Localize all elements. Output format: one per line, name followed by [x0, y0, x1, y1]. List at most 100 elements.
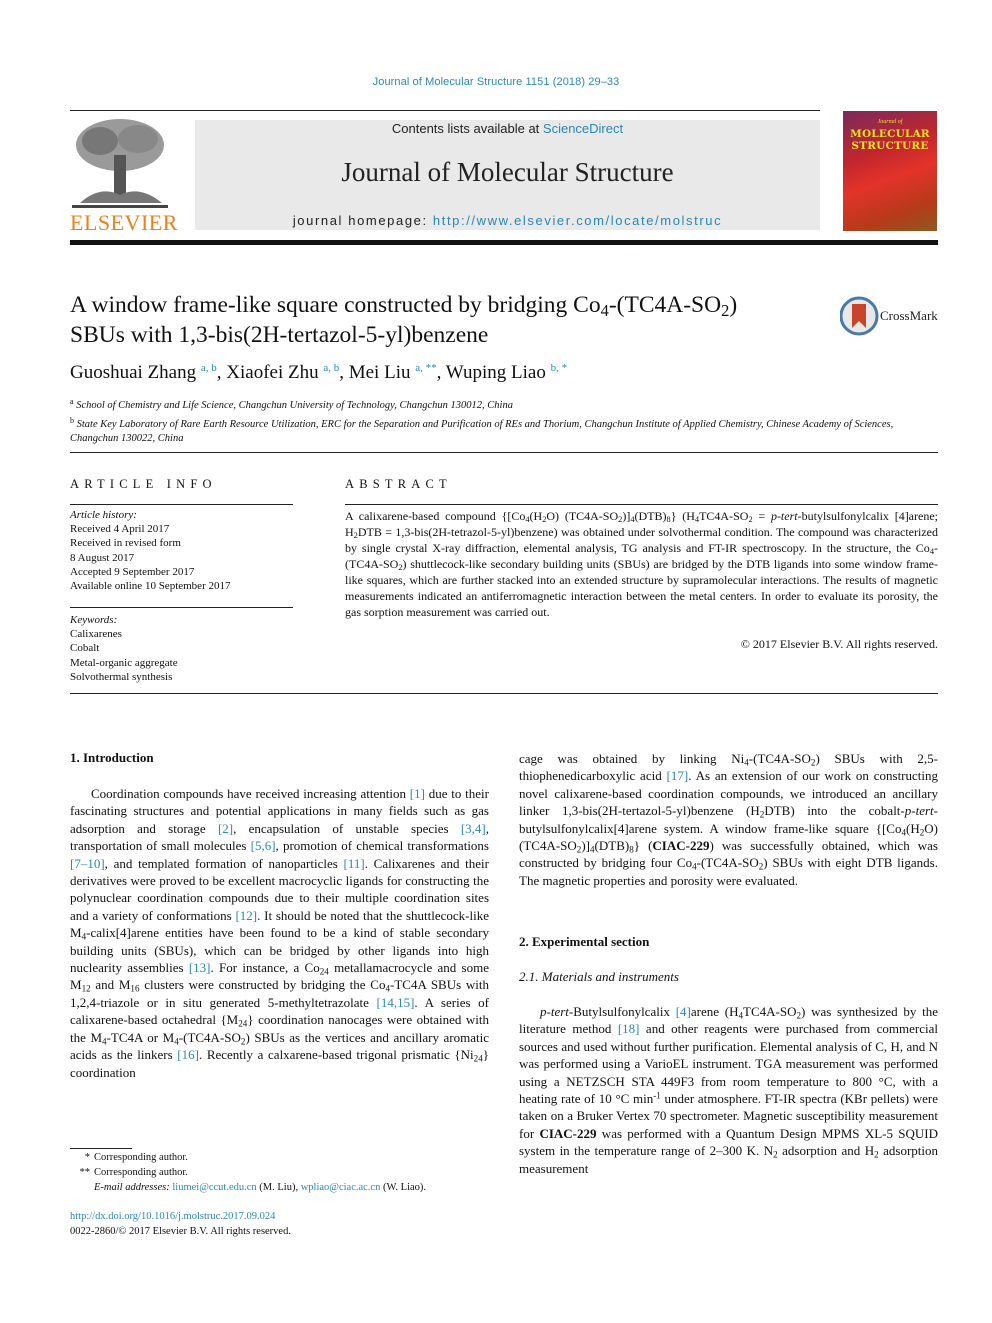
citation-link[interactable]: [14,15] [377, 995, 415, 1010]
title-text: A window frame-like square constructed b… [70, 292, 601, 318]
subscript: 4 [102, 1035, 107, 1046]
subscript: 2 [919, 826, 925, 837]
author-name: Guoshuai Zhang [70, 362, 197, 383]
author-name: Wuping Liao [445, 362, 546, 383]
keyword: Metal-organic aggregate [70, 656, 178, 669]
subscript: 4 [630, 515, 635, 525]
author-affiliation-mark[interactable]: b, * [551, 362, 568, 374]
journal-cover-image[interactable]: Journal of MOLECULAR STRUCTURE [843, 111, 937, 231]
introduction-continued: cage was obtained by linking Ni4-(TC4A-S… [519, 751, 939, 888]
author-affiliation-mark[interactable]: a, b [201, 362, 217, 374]
info-rule [70, 504, 293, 505]
sciencedirect-link[interactable]: ScienceDirect [543, 121, 623, 136]
citation-link[interactable]: [1] [410, 786, 425, 801]
email-owner: (W. Liao). [380, 1182, 427, 1193]
citation-link[interactable]: [3,4] [461, 821, 486, 836]
author-separator: , [216, 362, 227, 383]
paragraph: p-tert-Butylsulfonylcalix [4]arene (H4TC… [519, 1004, 939, 1176]
citation-link[interactable]: [5,6] [251, 838, 276, 853]
subscript: 2 [240, 1035, 246, 1046]
keyword: Solvothermal synthesis [70, 670, 173, 683]
author-affiliation-mark[interactable]: a, ** [415, 362, 436, 374]
citation-link[interactable]: [13] [189, 960, 211, 975]
subscript: 4 [901, 826, 907, 837]
subscript: 2 [353, 531, 358, 541]
subscript: 4 [694, 515, 700, 525]
compound-label: CIAC-229 [652, 838, 710, 854]
affiliations: a School of Chemistry and Life Science, … [70, 395, 940, 447]
section-rule [70, 693, 938, 694]
history-label: Article history: [70, 509, 137, 521]
subscript: 4 [174, 1035, 179, 1046]
superscript: -1 [653, 1090, 661, 1101]
citation-link[interactable]: [2] [218, 821, 233, 836]
abstract-copyright: © 2017 Elsevier B.V. All rights reserved… [740, 637, 938, 651]
affiliation-mark: a [70, 397, 74, 406]
introduction-body: Coordination compounds have received inc… [70, 785, 489, 1081]
affiliation-text: School of Chemistry and Life Science, Ch… [76, 400, 513, 411]
author-name: Xiaofei Zhu [226, 362, 319, 383]
subscript: 2 [810, 757, 816, 768]
cover-line-2: STRUCTURE [851, 140, 929, 152]
homepage-link[interactable]: http://www.elsevier.com/locate/molstruc [433, 213, 722, 228]
header-thick-rule [70, 240, 938, 245]
author-list: Guoshuai Zhang a, b, Xiaofei Zhu a, b, M… [70, 362, 567, 384]
citation-link[interactable]: [16] [177, 1047, 199, 1062]
paragraph: Coordination compounds have received inc… [70, 786, 490, 1080]
abstract-rule [345, 504, 938, 505]
footnote-mark: * [84, 1152, 90, 1163]
contents-line: Contents lists available at ScienceDirec… [195, 121, 820, 136]
subscript: 4 [744, 757, 749, 768]
history-item: Accepted 9 September 2017 [70, 565, 195, 578]
subscript: 8 [629, 844, 634, 855]
author[interactable]: Guoshuai Zhang a, b, [70, 362, 226, 383]
homepage-prefix: journal homepage: [292, 213, 433, 228]
subscript: 2 [758, 861, 764, 872]
subscript: 2 [796, 1010, 802, 1021]
email-label: E-mail addresses: [94, 1182, 170, 1193]
keywords: Keywords: Calixarenes Cobalt Metal-organ… [70, 613, 178, 684]
crossmark-label[interactable]: CrossMark [880, 308, 938, 324]
title-text: -(TC4A-SO [608, 292, 722, 318]
article-info-heading: ARTICLE INFO [70, 477, 217, 491]
subscript: 2 [542, 515, 547, 525]
journal-reference[interactable]: Journal of Molecular Structure 1151 (201… [0, 76, 992, 88]
title-subscript: 4 [600, 301, 609, 321]
subscript: 16 [130, 983, 140, 994]
footnote-mark: ** [79, 1167, 91, 1178]
section-rule [70, 452, 938, 453]
author[interactable]: Xiaofei Zhu a, b, [226, 362, 348, 383]
subscript: 2 [576, 844, 582, 855]
history-item: Received 4 April 2017 [70, 523, 170, 536]
citation-link[interactable]: [12] [235, 908, 257, 923]
footnote-rule [70, 1148, 132, 1149]
footnote-text: Corresponding author. [94, 1152, 188, 1163]
author-affiliation-mark[interactable]: a, b [323, 362, 339, 374]
email-link[interactable]: liumei@ccut.edu.cn [172, 1182, 256, 1193]
citation-link[interactable]: [4] [676, 1004, 691, 1019]
crossmark-icon [839, 296, 879, 336]
doi-link[interactable]: http://dx.doi.org/10.1016/j.molstruc.201… [70, 1211, 275, 1222]
info-rule [70, 607, 293, 608]
subscript: 2 [618, 515, 623, 525]
journal-title: Journal of Molecular Structure [341, 157, 674, 187]
author[interactable]: Wuping Liao b, * [446, 362, 567, 383]
cover-line-1: MOLECULAR [850, 128, 930, 140]
introduction-heading: 1. Introduction [70, 750, 154, 765]
footnote: ** Corresponding author. [70, 1165, 426, 1180]
compound-label: CIAC-229 [539, 1125, 597, 1141]
author[interactable]: Mei Liu a, **, [349, 362, 446, 383]
subscript: 4 [525, 515, 530, 525]
italic-text: p-tert [904, 803, 934, 819]
citation-link[interactable]: [11] [344, 856, 365, 871]
abstract-heading: ABSTRACT [345, 477, 452, 491]
email-owner: (M. Liu), [256, 1182, 301, 1193]
contents-prefix: Contents lists available at [391, 121, 543, 136]
citation-link[interactable]: [17] [667, 768, 689, 783]
citation-link[interactable]: [7–10] [70, 856, 105, 871]
email-link[interactable]: wpliao@ciac.ac.cn [301, 1182, 381, 1193]
subscript: 2 [398, 563, 403, 573]
citation-link[interactable]: [18] [618, 1021, 640, 1036]
footnote: * Corresponding author. [70, 1150, 426, 1165]
subscript: 8 [666, 515, 671, 525]
